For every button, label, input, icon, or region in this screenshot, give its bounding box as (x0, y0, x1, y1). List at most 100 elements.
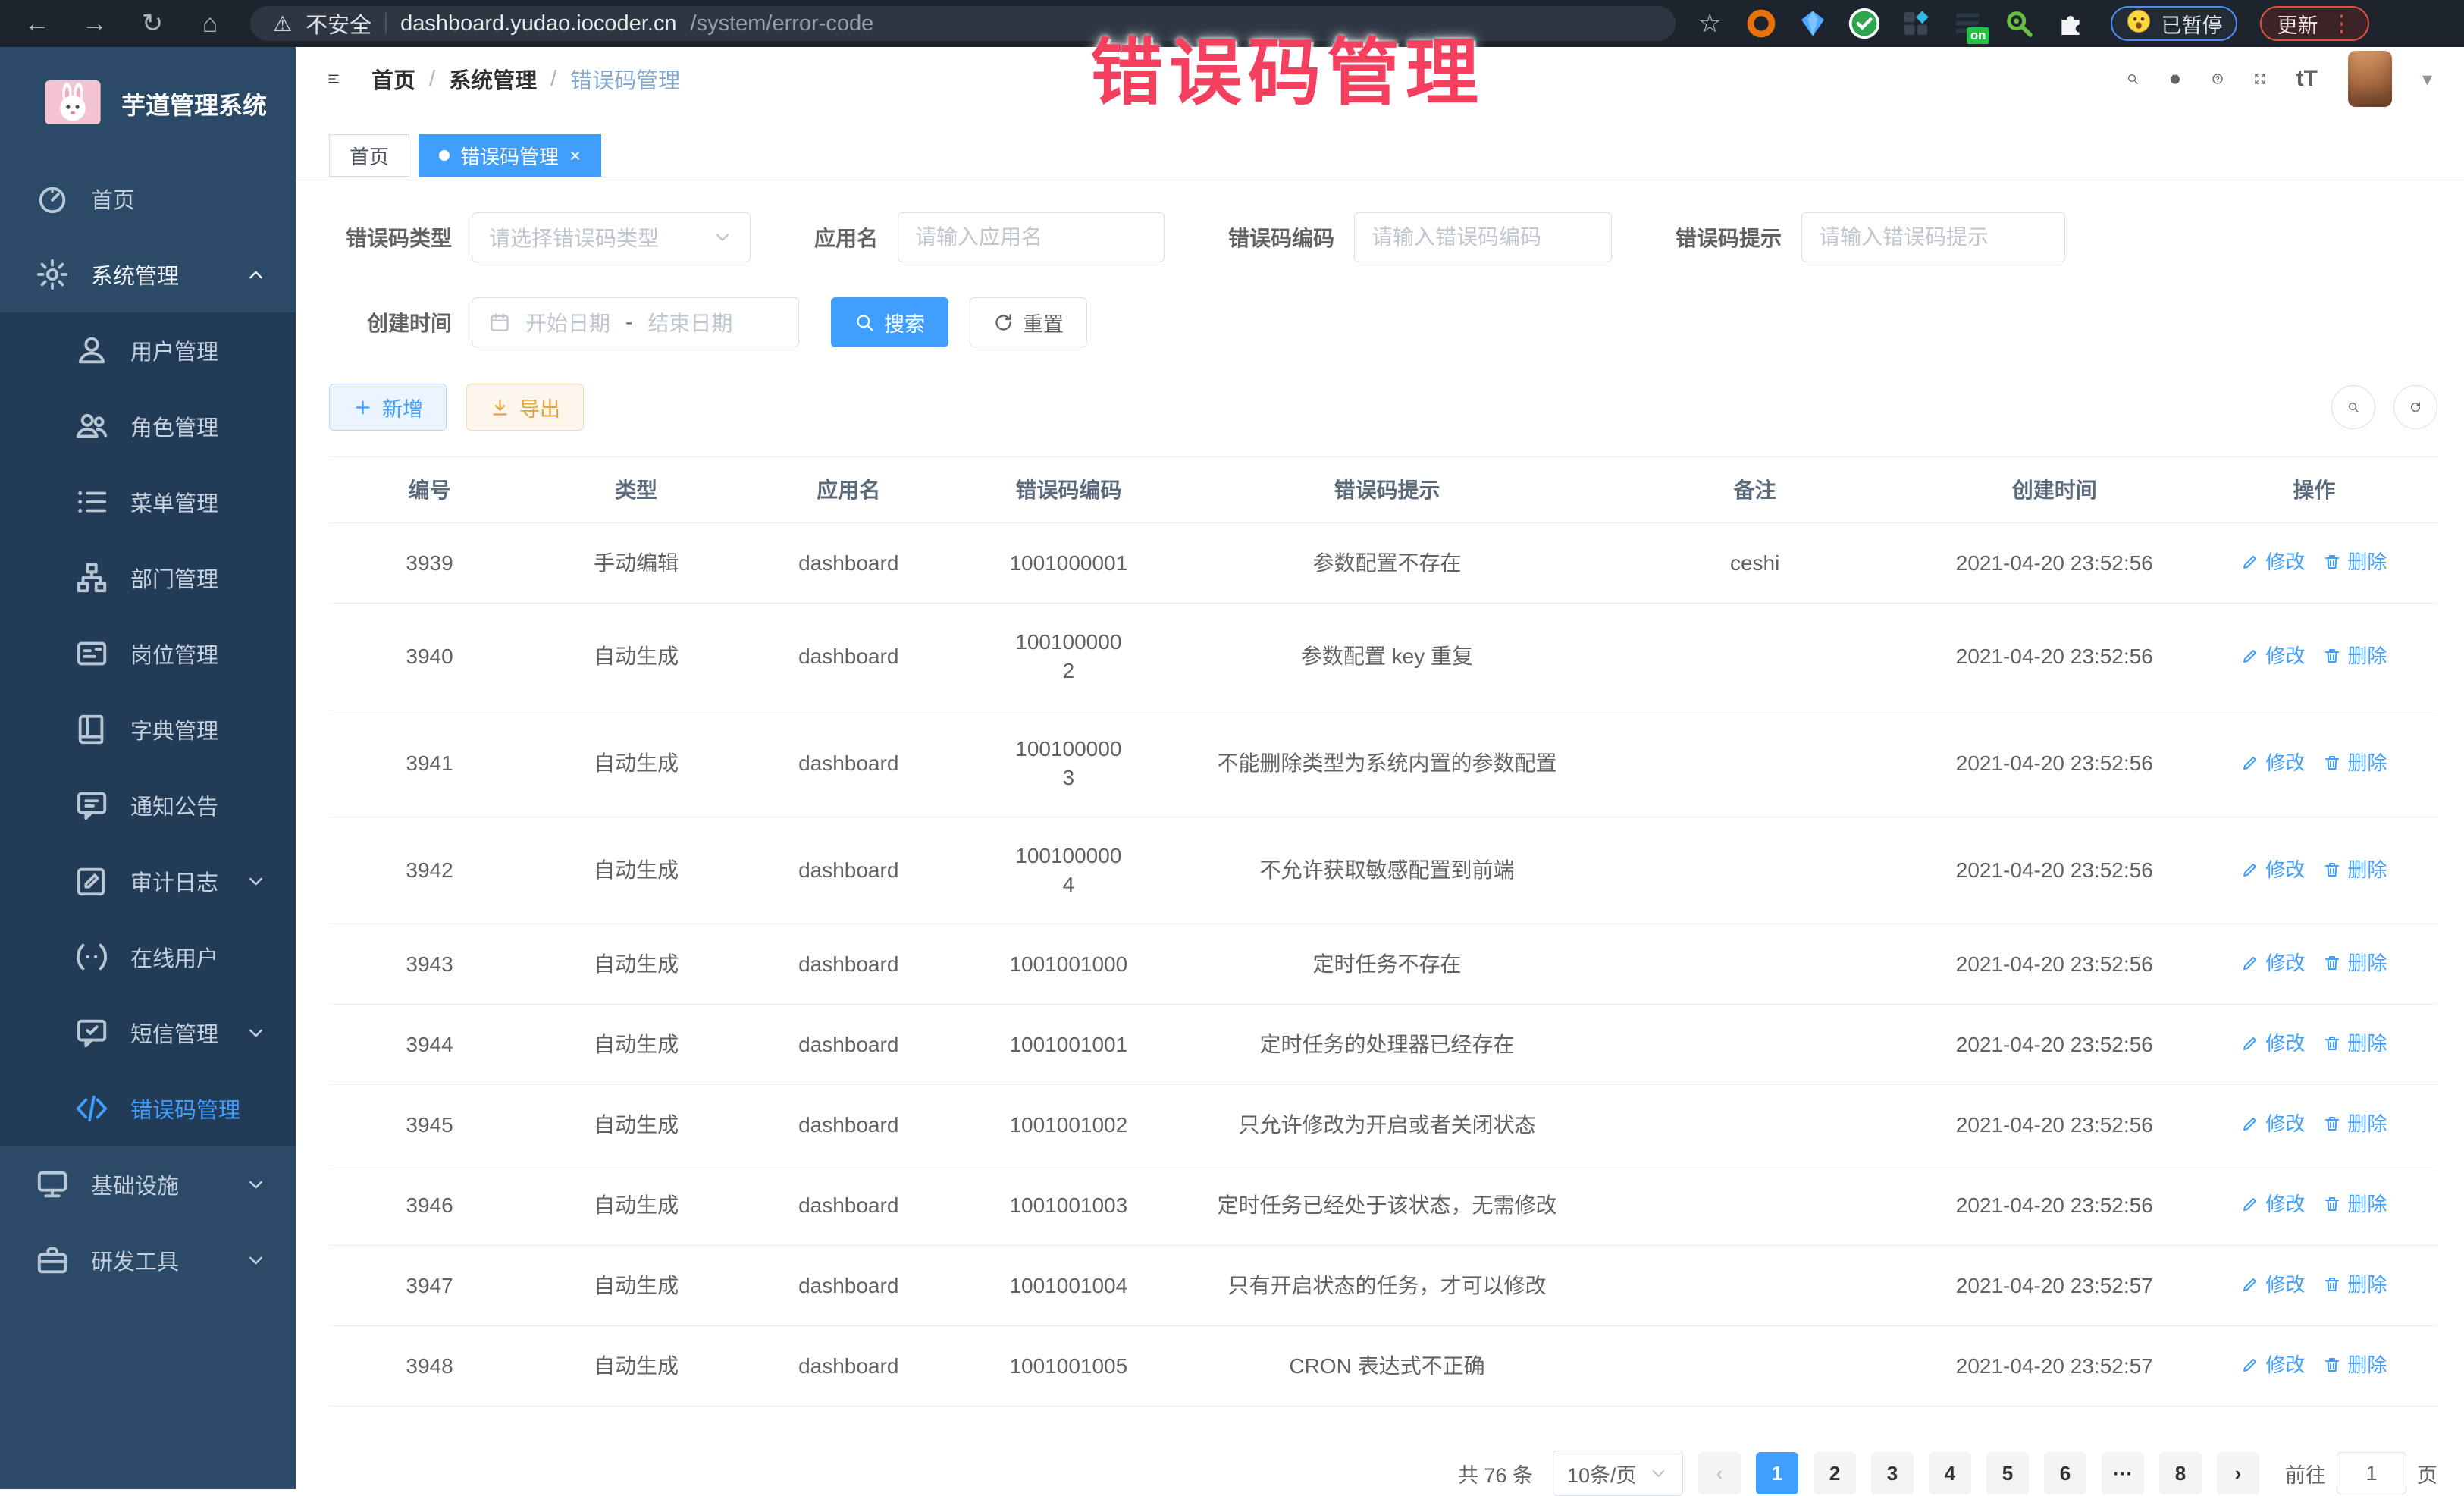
edit-link[interactable]: 修改 (2241, 949, 2305, 977)
page-number-button[interactable]: 8 (2159, 1452, 2202, 1494)
sidebar-item-label: 岗位管理 (130, 638, 218, 670)
page-number-button[interactable]: 2 (1814, 1452, 1856, 1494)
help-icon[interactable] (2212, 73, 2224, 85)
edit-link[interactable]: 修改 (2241, 1109, 2305, 1138)
edit-link[interactable]: 修改 (2241, 1190, 2305, 1218)
page-number-button[interactable]: 1 (1756, 1452, 1798, 1494)
error-type-select[interactable]: 请选择错误码类型 (472, 212, 751, 262)
delete-link[interactable]: 删除 (2323, 1270, 2387, 1299)
grid-extension-icon[interactable] (1898, 6, 1933, 41)
sidebar: 芋道管理系统 首页系统管理用户管理角色管理菜单管理部门管理岗位管理字典管理通知公… (0, 47, 296, 1489)
sidebar-item-2[interactable]: 用户管理 (0, 312, 296, 388)
date-range-picker[interactable]: 开始日期 - 结束日期 (472, 297, 799, 347)
delete-link[interactable]: 删除 (2323, 641, 2387, 670)
reset-button[interactable]: 重置 (970, 297, 1087, 347)
page-number-button[interactable]: 4 (1929, 1452, 1971, 1494)
edit-link[interactable]: 修改 (2241, 748, 2305, 777)
page-number-button[interactable]: 6 (2044, 1452, 2086, 1494)
sidebar-logo-row[interactable]: 芋道管理系统 (0, 47, 296, 161)
browser-reload-icon[interactable]: ↻ (135, 0, 170, 47)
search-button[interactable]: 搜索 (831, 297, 948, 347)
edit-link[interactable]: 修改 (2241, 641, 2305, 670)
breadcrumb-item[interactable]: 系统管理 (449, 63, 537, 95)
page-size-select[interactable]: 10条/页 (1553, 1451, 1683, 1496)
edit-link[interactable]: 修改 (2241, 1270, 2305, 1299)
breadcrumb-item[interactable]: 首页 (371, 63, 415, 95)
error-code-input[interactable] (1355, 213, 1611, 262)
user-menu-caret-icon[interactable]: ▾ (2422, 67, 2432, 91)
sidebar-item-9[interactable]: 审计日志 (0, 843, 296, 919)
paused-extension-pill[interactable]: 已暂停 (2111, 6, 2237, 41)
row-id: 3946 (329, 1165, 530, 1246)
dark-list-extension-icon[interactable]: on (1950, 6, 1985, 41)
font-size-icon[interactable]: tT (2296, 66, 2318, 92)
github-icon[interactable] (2169, 73, 2181, 85)
page-ellipsis-button[interactable]: ··· (2102, 1452, 2144, 1494)
delete-link[interactable]: 删除 (2323, 949, 2387, 977)
green-magnifier-extension-icon[interactable] (2002, 6, 2036, 41)
sidebar-item-1[interactable]: 系统管理 (0, 237, 296, 312)
delete-link[interactable]: 删除 (2323, 1350, 2387, 1379)
refresh-table-button[interactable] (2393, 385, 2437, 429)
row-id: 3940 (329, 604, 530, 710)
sidebar-item-3[interactable]: 角色管理 (0, 388, 296, 464)
fullscreen-icon[interactable] (2254, 73, 2266, 85)
tab-0[interactable]: 首页 (329, 134, 409, 177)
browser-menu-kebab-icon[interactable]: ⋮ (2330, 11, 2353, 37)
sidebar-item-10[interactable]: 在线用户 (0, 919, 296, 995)
table-row: 3939手动编辑dashboard1001000001参数配置不存在ceshi2… (329, 523, 2437, 604)
white-puzzle-extension-icon[interactable] (2053, 6, 2088, 41)
sidebar-item-4[interactable]: 菜单管理 (0, 464, 296, 540)
app-window: 芋道管理系统 首页系统管理用户管理角色管理菜单管理部门管理岗位管理字典管理通知公… (0, 47, 2464, 1489)
tab-1[interactable]: 错误码管理× (419, 134, 601, 177)
error-message-input[interactable] (1802, 213, 2064, 262)
delete-link[interactable]: 删除 (2323, 748, 2387, 777)
row-time: 2021-04-20 23:52:57 (1918, 1246, 2191, 1326)
active-tab-dot (439, 150, 450, 161)
address-bar-divider (385, 13, 387, 34)
close-icon[interactable]: × (569, 146, 581, 165)
delete-link[interactable]: 删除 (2323, 1190, 2387, 1218)
sidebar-item-5[interactable]: 部门管理 (0, 540, 296, 616)
delete-link[interactable]: 删除 (2323, 1029, 2387, 1058)
bookmark-star-icon[interactable]: ☆ (1698, 8, 1721, 39)
sidebar-item-0[interactable]: 首页 (0, 161, 296, 237)
prev-page-button[interactable]: ‹ (1698, 1452, 1741, 1494)
sidebar-collapse-icon[interactable] (328, 73, 340, 85)
edit-link[interactable]: 修改 (2241, 855, 2305, 884)
browser-update-button[interactable]: 更新 ⋮ (2260, 6, 2369, 41)
add-button[interactable]: 新增 (329, 384, 447, 431)
sidebar-item-13[interactable]: 基础设施 (0, 1146, 296, 1222)
pencil-icon (2241, 754, 2259, 772)
browser-home-icon[interactable]: ⌂ (193, 0, 227, 47)
sidebar-item-11[interactable]: 短信管理 (0, 995, 296, 1071)
add-button-label: 新增 (382, 393, 423, 422)
delete-link[interactable]: 删除 (2323, 1109, 2387, 1138)
browser-back-icon[interactable]: ← (20, 0, 55, 47)
sidebar-item-7[interactable]: 字典管理 (0, 692, 296, 767)
next-page-button[interactable]: › (2217, 1452, 2259, 1494)
goto-page-input[interactable] (2337, 1452, 2406, 1494)
user-avatar[interactable] (2348, 51, 2392, 107)
edit-link[interactable]: 修改 (2241, 547, 2305, 576)
edit-link[interactable]: 修改 (2241, 1350, 2305, 1379)
page-number-button[interactable]: 3 (1871, 1452, 1914, 1494)
sidebar-item-12[interactable]: 错误码管理 (0, 1071, 296, 1146)
browser-forward-icon[interactable]: → (77, 0, 112, 47)
green-circle-extension-icon[interactable] (1847, 6, 1882, 41)
toggle-search-button[interactable] (2331, 385, 2375, 429)
row-code: 1001001002 (955, 1085, 1182, 1165)
edit-link[interactable]: 修改 (2241, 1029, 2305, 1058)
delete-link[interactable]: 删除 (2323, 547, 2387, 576)
delete-link[interactable]: 删除 (2323, 855, 2387, 884)
sidebar-item-14[interactable]: 研发工具 (0, 1222, 296, 1298)
sidebar-item-6[interactable]: 岗位管理 (0, 616, 296, 692)
app-name-input[interactable] (898, 213, 1164, 262)
header-search-icon[interactable] (2127, 73, 2139, 85)
orange-ring-extension-icon[interactable] (1744, 6, 1779, 41)
export-button[interactable]: 导出 (466, 384, 584, 431)
blue-gem-extension-icon[interactable] (1795, 6, 1830, 41)
sidebar-item-label: 角色管理 (130, 410, 218, 442)
page-number-button[interactable]: 5 (1986, 1452, 2029, 1494)
sidebar-item-8[interactable]: 通知公告 (0, 767, 296, 843)
